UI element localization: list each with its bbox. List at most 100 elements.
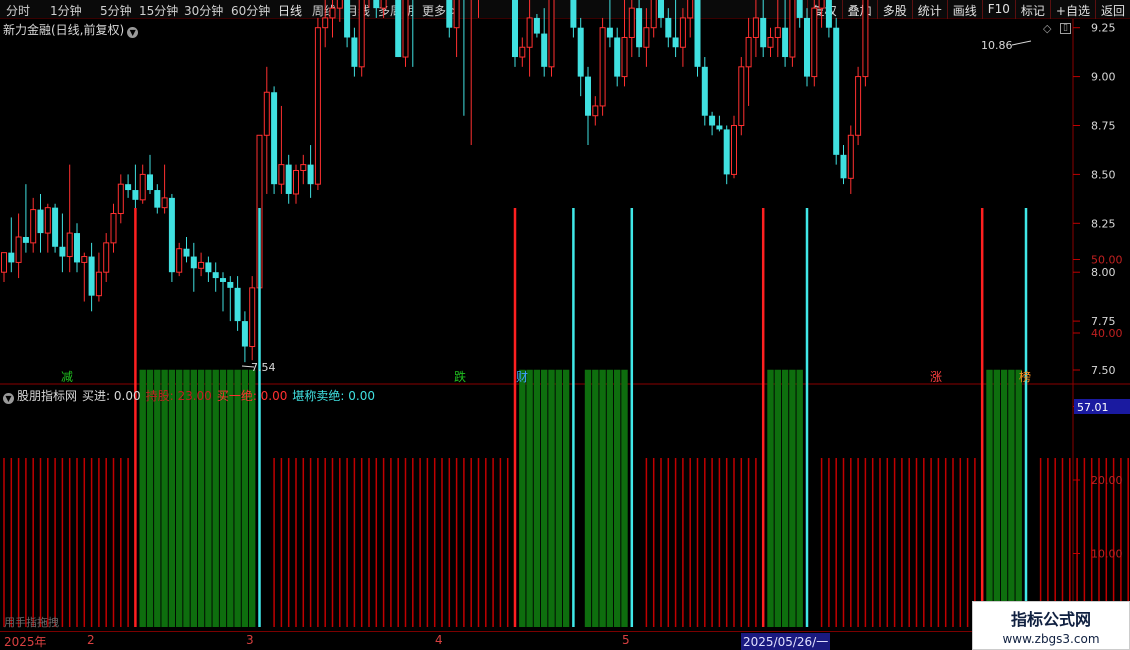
event-marker-list[interactable]: 榜 (1019, 369, 1031, 384)
candle-body-down (614, 37, 621, 77)
price-tick-label: 8.00 (1091, 266, 1116, 279)
candle-body-up (847, 134, 854, 179)
position-bar (541, 369, 548, 627)
candle-body-up (621, 36, 628, 78)
candle-body-up (161, 197, 168, 209)
candle-body-up (767, 36, 774, 48)
position-bar (205, 369, 212, 627)
price-tick-label: 7.50 (1091, 364, 1116, 377)
position-bar (774, 369, 781, 627)
candle-body-up (855, 76, 862, 136)
position-bar (562, 369, 570, 627)
candle-body-down (227, 281, 234, 288)
candle-body-down (168, 197, 175, 273)
position-bar (241, 369, 249, 627)
indicator-name[interactable]: 股朋指标网 (17, 389, 77, 403)
date-cursor-label: 2025/05/26/一 (741, 633, 831, 650)
candle-body-up (643, 27, 650, 48)
candle-body-down (840, 154, 847, 179)
position-bar (584, 369, 592, 627)
candle-body-up (278, 164, 285, 185)
event-marker-reduce[interactable]: 减 (61, 370, 73, 384)
candle-body-down (234, 287, 241, 322)
position-bar (168, 369, 176, 627)
position-bar (621, 369, 628, 627)
position-bar (161, 369, 168, 627)
candle-body-down (694, 0, 701, 67)
price-tick-label: 9.25 (1091, 22, 1116, 35)
candle-body-up (687, 0, 694, 19)
candle-body-down (833, 27, 840, 155)
candle-body-down (344, 0, 351, 38)
stock-chart[interactable]: 10.5010.2510.009.759.509.259.008.758.508… (0, 0, 1130, 650)
candle-body-down (701, 66, 708, 116)
candle-body-down (512, 0, 518, 58)
candle-body-up (592, 105, 599, 117)
event-marker-finance[interactable]: 财 (516, 370, 528, 384)
candle-body-up (774, 27, 781, 38)
candle-body-down (190, 256, 197, 269)
candle-body-down (351, 37, 358, 67)
indicator-tick-label: 50.00 (1091, 254, 1123, 267)
candle-body-up (15, 236, 22, 263)
candle-body-down (52, 207, 59, 247)
position-bar (606, 369, 614, 627)
drag-tip: 用手指拖拽 (4, 616, 59, 629)
candle-body-down (22, 236, 29, 243)
date-label-feb: 2 (87, 633, 95, 647)
position-bar (183, 369, 190, 627)
candle-body-up (336, 0, 343, 9)
indicator-tick-label: 40.00 (1091, 327, 1123, 340)
position-bar (986, 369, 993, 627)
position-bar (519, 369, 526, 627)
position-bar (1008, 369, 1015, 627)
candle-body-up (402, 0, 409, 58)
candle-body-up (738, 66, 745, 126)
position-bar (249, 369, 256, 627)
indicator-sell-signal: 堪称卖绝: 0.00 (292, 389, 375, 403)
price-axis: 10.5010.2510.009.759.509.259.008.758.508… (1073, 22, 1116, 377)
candle-body-down (570, 0, 577, 28)
candle-body-up (731, 125, 737, 175)
indicator-hold: 持股: 23.00 (145, 389, 212, 403)
high-annotation: 10.86 (981, 39, 1013, 52)
candle-body-up (650, 0, 657, 29)
candle-body-up (293, 169, 299, 195)
chevron-down-icon[interactable]: ▼ (3, 393, 14, 404)
event-marker-rise[interactable]: 涨 (930, 369, 942, 384)
position-bar (789, 369, 796, 627)
candle-body-down (307, 164, 314, 185)
candle-body-down (585, 76, 591, 116)
position-bar (767, 369, 774, 627)
candle-body-up (818, 0, 825, 9)
candle-body-down (373, 0, 380, 9)
candle-body-down (446, 0, 453, 28)
candle-body-up (95, 271, 102, 297)
position-bar (1000, 369, 1008, 627)
high-arrow (1011, 40, 1032, 46)
candle-body-up (117, 183, 124, 215)
candle-body-down (709, 115, 716, 126)
position-bar (526, 369, 533, 627)
watermark-title: 指标公式网 (1010, 610, 1091, 629)
candle-body-up (548, 0, 555, 68)
position-bar (796, 369, 803, 627)
event-marker-fall[interactable]: 跌 (454, 369, 466, 384)
candle-body-up (176, 248, 183, 273)
candle-body-down (672, 37, 679, 48)
current-value: 57.01 (1077, 401, 1109, 414)
candle-body-down (59, 246, 66, 257)
candle-body-down (220, 278, 226, 282)
candle-body-up (263, 91, 270, 136)
price-tick-label: 8.25 (1091, 217, 1116, 230)
position-bar (234, 369, 241, 627)
date-label-may: 5 (622, 633, 630, 647)
candle-body-up (745, 36, 752, 68)
position-bar (555, 369, 562, 627)
date-axis[interactable]: 2025年 2 3 4 5 2025/05/26/一 (0, 631, 1130, 650)
candle-body-down (125, 184, 132, 191)
candle-body-down (804, 17, 810, 77)
indicator-header: ▼ 股朋指标网 买进: 0.00 持股: 23.00 买一绝: 0.00 堪称卖绝: 0.… (3, 387, 380, 404)
price-tick-label: 8.50 (1091, 168, 1116, 181)
candle-body-up (110, 213, 117, 244)
